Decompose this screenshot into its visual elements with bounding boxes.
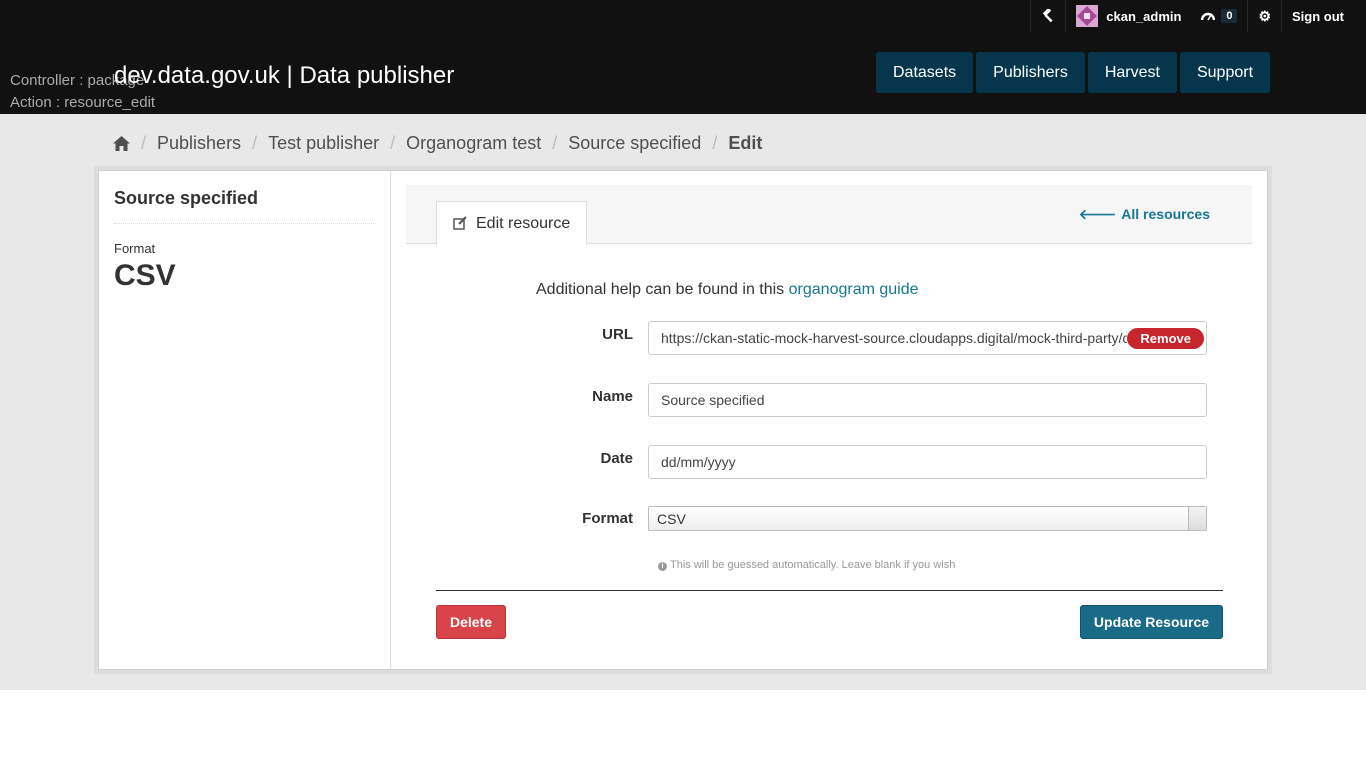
arrow-left-icon: 🡐 xyxy=(1078,206,1117,222)
avatar xyxy=(1076,5,1099,27)
nav-publishers[interactable]: Publishers xyxy=(976,52,1085,93)
sysadmin-link[interactable] xyxy=(1031,0,1065,32)
breadcrumb-source-specified[interactable]: Source specified xyxy=(568,133,701,154)
breadcrumb-publishers[interactable]: Publishers xyxy=(157,133,241,154)
sidebar: Source specified Format CSV xyxy=(99,171,391,669)
format-help: This will be guessed automatically. Leav… xyxy=(670,559,956,571)
name-field[interactable]: Source specified xyxy=(648,383,1207,417)
format-label: Format xyxy=(582,510,633,527)
breadcrumb-separator: / xyxy=(712,132,718,153)
date-placeholder: dd/mm/yyyy xyxy=(661,454,736,470)
remove-button[interactable]: Remove xyxy=(1127,327,1204,349)
dashboard-icon xyxy=(1201,12,1216,21)
name-value: Source specified xyxy=(661,392,765,408)
home-icon[interactable] xyxy=(113,135,130,151)
url-field[interactable]: https://ckan-static-mock-harvest-source.… xyxy=(648,321,1207,355)
hammer-icon xyxy=(1043,9,1053,23)
edit-icon xyxy=(453,216,467,230)
breadcrumb-organogram-test[interactable]: Organogram test xyxy=(406,133,541,154)
url-label: URL xyxy=(602,326,633,343)
info-icon: i xyxy=(658,562,667,571)
site-title[interactable]: dev.data.gov.uk | Data publisher xyxy=(114,62,454,90)
username: ckan_admin xyxy=(1106,8,1182,24)
dashboard-link[interactable]: 0 xyxy=(1191,0,1247,32)
sign-out-link[interactable]: Sign out xyxy=(1282,0,1366,32)
format-help-text: i This will be guessed automatically. Lea… xyxy=(658,559,955,571)
account-bar: ckan_admin 0 ⚙ Sign out xyxy=(1030,0,1366,32)
activity-count-badge: 0 xyxy=(1221,9,1238,23)
gear-icon: ⚙ xyxy=(1258,7,1271,24)
update-resource-button[interactable]: Update Resource xyxy=(1080,605,1223,639)
breadcrumb: / Publishers / Test publisher / Organogr… xyxy=(113,131,762,155)
page-header: Edit resource 🡐 All resources xyxy=(406,185,1252,245)
breadcrumb-edit: Edit xyxy=(728,132,763,153)
nav-harvest[interactable]: Harvest xyxy=(1087,52,1177,93)
breadcrumb-test-publisher[interactable]: Test publisher xyxy=(268,133,379,154)
masthead: ckan_admin 0 ⚙ Sign out Controller : pac… xyxy=(0,0,1366,114)
breadcrumb-separator: / xyxy=(552,132,558,153)
all-resources-label: All resources xyxy=(1121,206,1210,222)
nav-support[interactable]: Support xyxy=(1179,52,1271,93)
dropdown-arrow-icon xyxy=(1188,507,1206,530)
date-label: Date xyxy=(600,450,633,467)
sidebar-format-label: Format xyxy=(114,241,156,256)
delete-button[interactable]: Delete xyxy=(436,605,506,639)
format-select[interactable]: CSV xyxy=(648,506,1207,531)
nav-datasets[interactable]: Datasets xyxy=(876,52,974,93)
main-panel: Source specified Format CSV Edit resourc… xyxy=(98,170,1268,670)
breadcrumb-separator: / xyxy=(141,132,147,153)
tab-edit-resource[interactable]: Edit resource xyxy=(436,201,588,245)
main-nav: Datasets Publishers Harvest Support xyxy=(876,52,1273,93)
user-link[interactable]: ckan_admin xyxy=(1066,0,1191,32)
format-selected-value: CSV xyxy=(657,510,686,527)
name-label: Name xyxy=(592,388,633,405)
primary-content: Edit resource 🡐 All resources Additional … xyxy=(392,171,1267,669)
sidebar-format-value: CSV xyxy=(114,259,176,292)
organogram-guide-link[interactable]: organogram guide xyxy=(789,281,919,298)
sidebar-heading: Source specified xyxy=(114,188,376,224)
tab-edit-resource-label: Edit resource xyxy=(476,214,571,232)
help-prefix: Additional help can be found in this xyxy=(536,281,785,298)
settings-link[interactable]: ⚙ xyxy=(1248,0,1281,32)
content-area: / Publishers / Test publisher / Organogr… xyxy=(0,114,1366,690)
form-actions-divider xyxy=(436,590,1223,591)
breadcrumb-separator: / xyxy=(252,132,258,153)
debug-action: Action : resource_edit xyxy=(10,94,156,111)
url-value: https://ckan-static-mock-harvest-source.… xyxy=(661,330,1127,346)
date-field[interactable]: dd/mm/yyyy xyxy=(648,445,1207,479)
all-resources-link[interactable]: 🡐 All resources xyxy=(1079,206,1210,223)
help-line: Additional help can be found in this org… xyxy=(536,281,919,299)
breadcrumb-separator: / xyxy=(390,132,396,153)
sign-out-label: Sign out xyxy=(1292,8,1344,24)
